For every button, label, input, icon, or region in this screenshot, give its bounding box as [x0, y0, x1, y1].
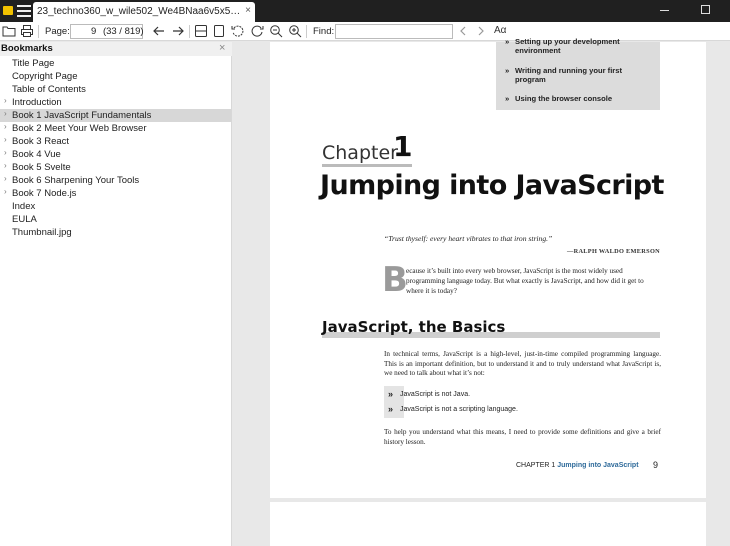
body-paragraph: In technical terms, JavaScript is a high… [384, 350, 661, 378]
bullet-item: » JavaScript is not a scripting language. [388, 404, 518, 414]
rotate-right-icon[interactable] [250, 24, 264, 38]
bookmark-item[interactable]: › Book 3 React [0, 135, 231, 148]
toolbar-separator [306, 25, 307, 38]
intro-paragraph: ecause it’s built into every web browser… [406, 267, 644, 295]
bookmark-label: Book 4 Vue [12, 149, 61, 160]
bookmark-label: Table of Contents [12, 84, 86, 95]
bookmarks-sidebar: Bookmarks × Title Page Copyright Page Tabl… [0, 42, 232, 546]
page-footer: CHAPTER 1 Jumping into JavaScript [516, 462, 639, 469]
bookmark-item[interactable]: › Book 4 Vue [0, 148, 231, 161]
footer-chapter: CHAPTER 1 [516, 462, 556, 469]
next-document-page [270, 502, 706, 546]
bookmark-label: Thumbnail.jpg [12, 227, 72, 238]
toolbar-separator [189, 25, 190, 38]
expand-chevron-icon[interactable]: › [4, 122, 7, 131]
zoom-in-icon[interactable] [288, 24, 302, 38]
expand-chevron-icon[interactable]: › [4, 174, 7, 183]
match-case-button[interactable]: Aα [494, 25, 506, 36]
toc-item: » Writing and running your first program [505, 66, 623, 84]
expand-chevron-icon[interactable]: › [4, 187, 7, 196]
bookmark-label: Introduction [12, 97, 62, 108]
find-next-icon[interactable] [474, 24, 488, 38]
page-label: Page: [45, 26, 70, 37]
toc-item: » Setting up your development environment [505, 37, 620, 55]
bookmark-item[interactable]: Copyright Page [0, 70, 231, 83]
bookmarks-header: Bookmarks × [0, 42, 232, 56]
footer-title: Jumping into JavaScript [557, 462, 639, 469]
close-sidebar-icon[interactable]: × [219, 42, 225, 54]
bookmark-item[interactable]: › Book 5 Svelte [0, 161, 231, 174]
back-arrow-icon[interactable] [152, 24, 166, 38]
bookmark-item[interactable]: Index [0, 200, 231, 213]
bookmark-label: EULA [12, 214, 37, 225]
forward-arrow-icon[interactable] [171, 24, 185, 38]
bookmark-item[interactable]: › Book 2 Meet Your Web Browser [0, 122, 231, 135]
find-label: Find: [313, 26, 335, 37]
epigraph-attribution: —RALPH WALDO EMERSON [567, 248, 660, 255]
bookmark-label: Book 3 React [12, 136, 70, 147]
fit-width-icon[interactable] [194, 24, 208, 38]
section-heading: JavaScript, the Basics [322, 318, 506, 336]
bookmark-label: Title Page [12, 58, 55, 69]
page-count: (33 / 819) [102, 26, 144, 37]
bookmark-item[interactable]: › Book 7 Node.js [0, 187, 231, 200]
page-number-input[interactable]: 9 (33 / 819) [70, 24, 144, 39]
bookmark-label: Copyright Page [12, 71, 78, 82]
title-bar: 23_techno360_w_wile502_We4BNaa6v5x5EgPep… [0, 0, 730, 22]
chapter-label: Chapter [322, 142, 398, 164]
rotate-left-icon[interactable] [231, 24, 245, 38]
maximize-button[interactable] [697, 2, 715, 18]
page-number: 9 [653, 460, 659, 470]
body-paragraph: To help you understand what this means, … [384, 428, 661, 446]
menu-icon[interactable] [17, 5, 31, 17]
epigraph-quote: “Trust thyself: every heart vibrates to … [384, 234, 553, 243]
bookmark-item[interactable]: › Book 6 Sharpening Your Tools [0, 174, 231, 187]
drop-cap: B [382, 260, 408, 300]
minimize-button[interactable] [656, 2, 674, 18]
bookmark-item[interactable]: Title Page [0, 57, 231, 70]
zoom-out-icon[interactable] [269, 24, 283, 38]
chapter-title: Jumping into JavaScript [320, 170, 664, 201]
document-tab[interactable]: 23_techno360_w_wile502_We4BNaa6v5x5EgPep… [33, 2, 255, 22]
bookmark-item[interactable]: EULA [0, 213, 231, 226]
bookmark-item[interactable]: Table of Contents [0, 83, 231, 96]
expand-chevron-icon[interactable]: › [4, 109, 7, 118]
tab-title: 23_techno360_w_wile502_We4BNaa6v5x5EgPep… [37, 6, 241, 17]
fit-page-icon[interactable] [212, 24, 226, 38]
chapter-number: 1 [393, 130, 413, 163]
bookmark-label: Book 5 Svelte [12, 162, 71, 173]
find-previous-icon[interactable] [456, 24, 470, 38]
bookmark-label: Book 7 Node.js [12, 188, 77, 199]
open-folder-icon[interactable] [2, 24, 16, 38]
bookmark-label: Book 2 Meet Your Web Browser [12, 123, 147, 134]
tab-close-icon[interactable]: × [245, 5, 251, 16]
expand-chevron-icon[interactable]: › [4, 135, 7, 144]
bookmark-item[interactable]: Thumbnail.jpg [0, 226, 231, 239]
print-icon[interactable] [20, 24, 34, 38]
expand-chevron-icon[interactable]: › [4, 148, 7, 157]
find-input[interactable] [335, 24, 453, 39]
bookmark-label: Book 6 Sharpening Your Tools [12, 175, 140, 186]
bookmark-item[interactable]: › Introduction [0, 96, 231, 109]
bookmark-label: Book 1 JavaScript Fundamentals [12, 110, 152, 121]
chapter-rule [322, 164, 412, 167]
toolbar-separator [38, 25, 39, 38]
bookmark-label: Index [12, 201, 36, 212]
bookmarks-title: Bookmarks [1, 43, 53, 54]
app-logo-icon [3, 6, 13, 15]
bookmark-item[interactable]: › Book 1 JavaScript Fundamentals [0, 109, 231, 122]
expand-chevron-icon[interactable]: › [4, 96, 7, 105]
page-number-value: 9 [91, 26, 97, 37]
toc-item: » Using the browser console [505, 94, 613, 103]
bullet-item: » JavaScript is not Java. [388, 389, 471, 399]
expand-chevron-icon[interactable]: › [4, 161, 7, 170]
